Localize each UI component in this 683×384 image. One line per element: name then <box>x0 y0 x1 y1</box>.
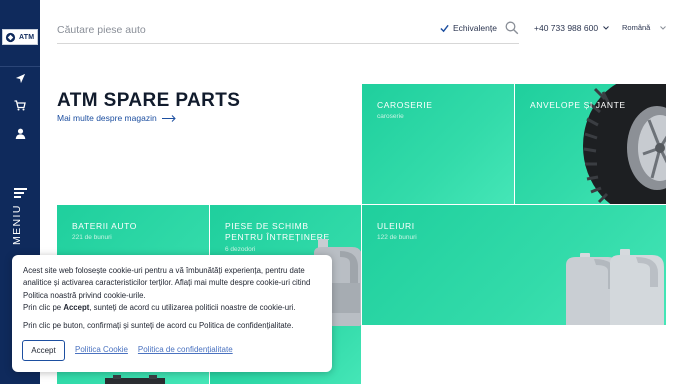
page-title: ATM SPARE PARTS <box>57 90 241 111</box>
sidebar-divider <box>0 66 40 67</box>
cookie-text-main: Acest site web folosește cookie-uri pent… <box>23 266 311 300</box>
menu-label[interactable]: MENIU <box>11 204 23 245</box>
cookie-text-accept: Prin clic pe Accept, sunteți de acord cu… <box>23 303 296 313</box>
logo-mark-icon <box>5 32 16 42</box>
logo[interactable]: ATM <box>2 29 38 45</box>
about-store-link[interactable]: Mai multe despre magazin <box>57 113 176 123</box>
category-tile-body[interactable]: CAROSERIE caroserie <box>362 84 514 204</box>
location-arrow-icon[interactable] <box>12 70 28 86</box>
category-tile-tires[interactable]: ANVELOPE ȘI JANTE <box>515 84 666 204</box>
search-input[interactable] <box>57 20 417 40</box>
accept-button[interactable]: Accept <box>22 340 65 361</box>
cookie-text-privacy: Prin clic pe buton, confirmați și sunteț… <box>23 320 294 330</box>
battery-image <box>105 375 165 384</box>
tile-subtitle: 122 de bunuri <box>377 234 417 241</box>
menu-lines-icon[interactable] <box>14 188 27 200</box>
language-selector[interactable]: Română <box>622 23 667 32</box>
arrow-right-icon <box>161 114 176 122</box>
privacy-policy-link[interactable]: Politica de confidențialitate <box>138 344 233 356</box>
equivalents-toggle[interactable]: Echivalențe <box>440 23 497 33</box>
user-icon[interactable] <box>12 125 28 141</box>
tile-title: CAROSERIE <box>377 100 433 110</box>
cookie-policy-link[interactable]: Politica Cookie <box>75 344 128 356</box>
tile-title: ULEIURI <box>377 221 415 231</box>
phone-number: +40 733 988 600 <box>534 23 599 33</box>
search-bar: Echivalențe <box>57 16 519 44</box>
language-label: Română <box>622 23 651 32</box>
checkmark-icon <box>440 24 449 32</box>
about-store-link-label: Mai multe despre magazin <box>57 113 157 123</box>
cookie-banner: Acest site web folosește cookie-uri pent… <box>12 255 332 372</box>
cart-icon[interactable] <box>12 97 28 113</box>
tile-title: BATERII AUTO <box>72 221 137 231</box>
category-tile-oils[interactable]: ULEIURI 122 de bunuri <box>362 205 666 325</box>
tile-subtitle: caroserie <box>377 113 404 120</box>
tile-subtitle: 221 de bunuri <box>72 234 112 241</box>
cookie-actions: Accept Politica Cookie Politica de confi… <box>22 340 233 361</box>
chevron-down-icon <box>603 26 609 30</box>
equivalents-label: Echivalențe <box>453 23 497 33</box>
chevron-down-icon <box>660 25 667 30</box>
oil-canisters-image <box>566 249 664 325</box>
tile-title: ANVELOPE ȘI JANTE <box>530 100 626 110</box>
search-icon[interactable] <box>505 21 519 35</box>
logo-text: ATM <box>19 33 35 41</box>
tile-subtitle: 6 dezodori <box>225 246 256 253</box>
phone-dropdown[interactable]: +40 733 988 600 <box>534 23 609 33</box>
